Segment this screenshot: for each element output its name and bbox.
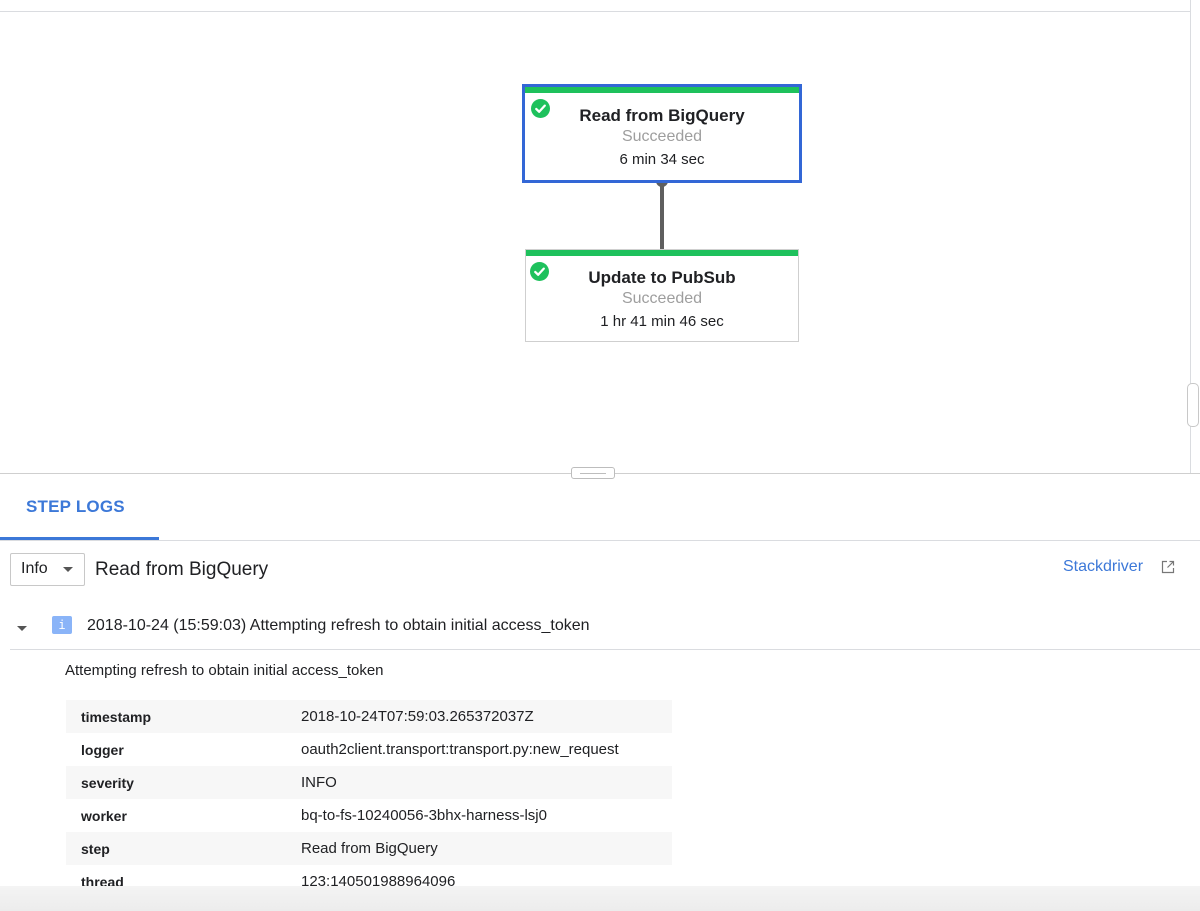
table-row: worker bq-to-fs-10240056-3bhx-harness-ls… bbox=[66, 799, 672, 832]
graph-node-read-from-bigquery[interactable]: Read from BigQuery Succeeded 6 min 34 se… bbox=[522, 84, 802, 183]
node-name: Update to PubSub bbox=[588, 268, 736, 287]
log-entry-divider bbox=[10, 649, 1200, 650]
graph-node-update-to-pubsub[interactable]: Update to PubSub Succeeded 1 hr 41 min 4… bbox=[525, 249, 799, 342]
log-entry-message: Attempting refresh to obtain initial acc… bbox=[65, 662, 384, 679]
node-duration: 1 hr 41 min 46 sec bbox=[600, 313, 724, 330]
log-entry-summary[interactable]: 2018-10-24 (15:59:03) Attempting refresh… bbox=[87, 617, 590, 635]
node-duration: 6 min 34 sec bbox=[619, 151, 705, 168]
field-key: severity bbox=[66, 766, 301, 799]
info-severity-icon: i bbox=[52, 616, 72, 634]
log-fields-table: timestamp 2018-10-24T07:59:03.265372037Z… bbox=[66, 700, 672, 898]
field-value: bq-to-fs-10240056-3bhx-harness-lsj0 bbox=[301, 799, 672, 832]
field-value: oauth2client.transport:transport.py:new_… bbox=[301, 733, 672, 766]
stackdriver-link[interactable]: Stackdriver bbox=[1063, 558, 1143, 576]
chevron-down-icon bbox=[63, 567, 73, 572]
tab-divider bbox=[0, 540, 1200, 541]
tab-step-logs-label: STEP LOGS bbox=[26, 497, 125, 516]
selected-step-name: Read from BigQuery bbox=[95, 559, 269, 580]
severity-dropdown-value: Info bbox=[21, 560, 48, 577]
field-value: 2018-10-24T07:59:03.265372037Z bbox=[301, 700, 672, 733]
collapse-caret-icon[interactable] bbox=[17, 626, 27, 631]
severity-dropdown[interactable]: Info bbox=[10, 553, 85, 586]
field-key: timestamp bbox=[66, 700, 301, 733]
table-row: timestamp 2018-10-24T07:59:03.265372037Z bbox=[66, 700, 672, 733]
graph-edge bbox=[660, 183, 664, 250]
table-row: severity INFO bbox=[66, 766, 672, 799]
tab-step-logs[interactable]: STEP LOGS bbox=[0, 486, 159, 540]
table-row: logger oauth2client.transport:transport.… bbox=[66, 733, 672, 766]
top-divider bbox=[0, 11, 1190, 12]
panel-resize-handle[interactable] bbox=[571, 467, 615, 479]
field-key: logger bbox=[66, 733, 301, 766]
field-key: step bbox=[66, 832, 301, 865]
table-row: step Read from BigQuery bbox=[66, 832, 672, 865]
graph-scroll-handle[interactable] bbox=[1187, 383, 1199, 427]
node-status: Succeeded bbox=[621, 290, 703, 307]
bottom-edge bbox=[0, 886, 1200, 911]
node-status: Succeeded bbox=[621, 128, 703, 145]
open-in-new-icon[interactable] bbox=[1160, 559, 1176, 575]
node-name: Read from BigQuery bbox=[579, 106, 745, 125]
field-value: Read from BigQuery bbox=[301, 832, 672, 865]
field-key: worker bbox=[66, 799, 301, 832]
node-status-bar bbox=[526, 250, 798, 256]
field-value: INFO bbox=[301, 766, 672, 799]
node-status-bar bbox=[525, 87, 799, 93]
